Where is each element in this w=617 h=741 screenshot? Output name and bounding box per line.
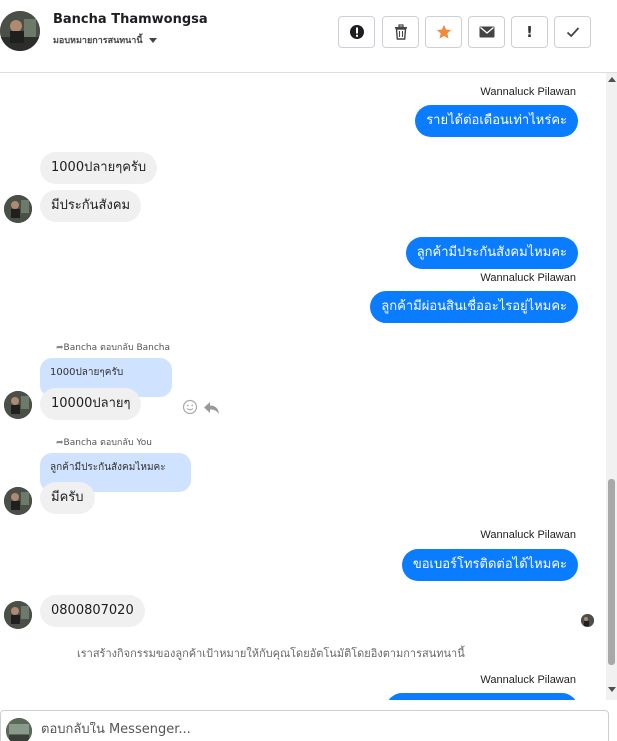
caret-down-icon <box>148 38 157 43</box>
sender-avatar <box>4 195 32 223</box>
sender-avatar <box>4 487 32 515</box>
conversation-header: Bancha Thamwongsa มอบหมายการสนทนานี้ ! <box>0 0 617 73</box>
assign-conversation-label: มอบหมายการสนทนานี้ <box>53 36 143 46</box>
reply-label-text: Bancha ตอบกลับ You <box>63 438 152 448</box>
scrollbar-thumb[interactable] <box>608 479 615 665</box>
mark-unread-button[interactable] <box>468 16 505 48</box>
trash-icon <box>394 24 407 40</box>
reply-composer <box>0 710 609 741</box>
reply-arrow-icon: ➦ <box>56 343 64 353</box>
outgoing-message[interactable]: ลูกค้ามีผ่อนสินเชื่ออะไรอยู่ไหมคะ <box>370 291 578 323</box>
contact-name[interactable]: Bancha Thamwongsa <box>53 12 208 27</box>
message-list[interactable]: Wannaluck Pilawan รายได้ต่อเดือนเท่าไหร่… <box>0 73 606 700</box>
reply-label: ➦Bancha ตอบกลับ You <box>56 435 152 449</box>
reply-arrow-icon: ➦ <box>56 438 64 448</box>
alert-circle-icon <box>349 25 364 39</box>
sender-avatar <box>4 601 32 629</box>
smiley-icon <box>182 399 198 415</box>
mark-done-button[interactable] <box>554 16 591 48</box>
envelope-icon <box>479 26 494 38</box>
outgoing-message-partial[interactable] <box>386 693 578 700</box>
scroll-up-arrow-icon[interactable] <box>608 77 616 82</box>
star-icon <box>436 24 451 39</box>
react-button[interactable] <box>182 399 198 419</box>
outgoing-message[interactable]: รายได้ต่อเดือนเท่าไหร่คะ <box>415 105 578 137</box>
incoming-message[interactable]: มีครับ <box>40 482 95 514</box>
mark-spam-button[interactable] <box>338 16 375 48</box>
sender-avatar <box>4 391 32 419</box>
sender-name: Wannaluck Pilawan <box>480 86 576 98</box>
follow-up-button[interactable]: ! <box>511 16 548 48</box>
message-scrollbar[interactable] <box>606 73 617 700</box>
read-receipt-avatar <box>581 614 594 627</box>
outgoing-message[interactable]: ขอเบอร์โทรติดต่อได้ไหมคะ <box>401 549 578 581</box>
sender-name: Wannaluck Pilawan <box>480 272 576 284</box>
reply-icon <box>204 402 219 414</box>
incoming-message[interactable]: 0800807020 <box>40 595 145 627</box>
reply-label: ➦Bancha ตอบกลับ Bancha <box>56 340 170 354</box>
incoming-message[interactable]: มีประกันสังคม <box>40 190 142 222</box>
exclamation-icon: ! <box>526 23 533 41</box>
sender-name: Wannaluck Pilawan <box>480 674 576 686</box>
message-input[interactable] <box>41 722 581 737</box>
delete-button[interactable] <box>382 16 419 48</box>
reply-button[interactable] <box>203 400 220 419</box>
star-button[interactable] <box>425 16 462 48</box>
outgoing-message[interactable]: ลูกค้ามีประกันสังคมไหมคะ <box>405 237 578 269</box>
incoming-message[interactable]: 1000ปลายๆครับ <box>40 152 158 184</box>
sender-name: Wannaluck Pilawan <box>480 529 576 541</box>
scroll-down-arrow-icon[interactable] <box>608 687 616 692</box>
assign-conversation-dropdown[interactable]: มอบหมายการสนทนานี้ <box>53 33 157 47</box>
checkmark-icon <box>566 27 579 38</box>
incoming-message[interactable]: 10000ปลายๆ <box>40 388 142 420</box>
composer-avatar <box>6 718 32 741</box>
reply-label-text: Bancha ตอบกลับ Bancha <box>63 343 171 353</box>
system-message: เราสร้างกิจกรรมของลูกค้าเป้าหมายให้กับคุ… <box>77 647 465 660</box>
contact-avatar[interactable] <box>0 11 40 51</box>
